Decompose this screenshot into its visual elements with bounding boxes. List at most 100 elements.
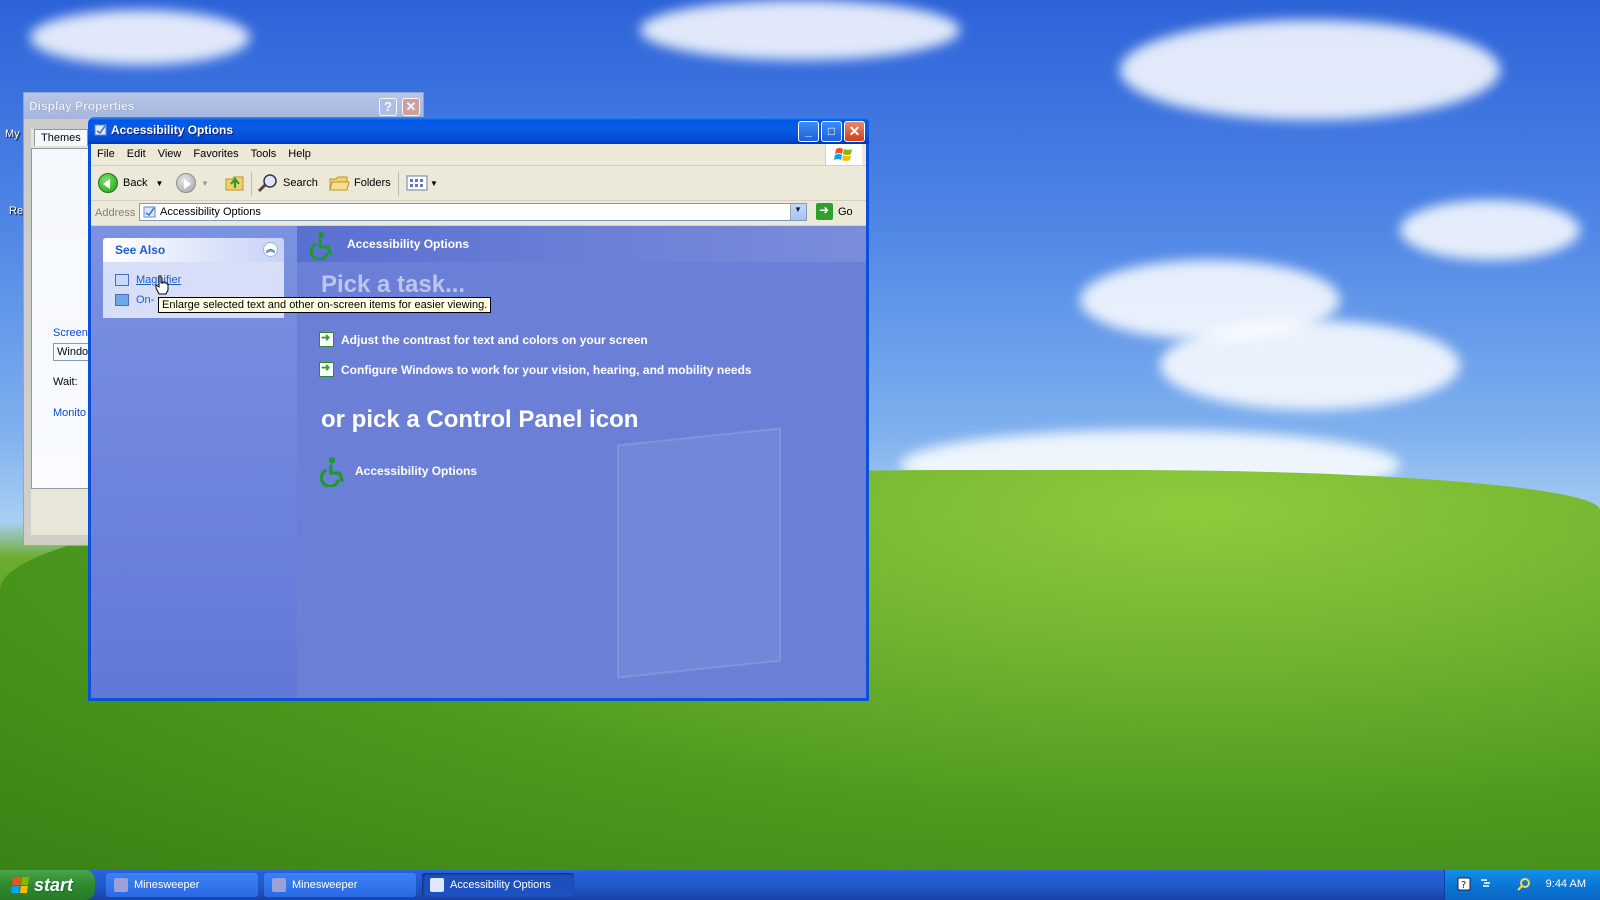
- cloud: [30, 10, 250, 65]
- start-label: start: [34, 874, 74, 895]
- desktop-icon-label[interactable]: Re: [9, 205, 23, 217]
- folders-icon: [329, 176, 350, 191]
- address-bar: Address Accessibility Options ▼ Go: [91, 201, 866, 226]
- screen-saver-select[interactable]: Windo: [53, 343, 91, 361]
- menu-edit[interactable]: Edit: [121, 144, 152, 160]
- back-dropdown-icon[interactable]: ▼: [155, 179, 163, 188]
- menu-help[interactable]: Help: [282, 144, 317, 160]
- menu-bar: File Edit View Favorites Tools Help: [91, 144, 866, 166]
- task-adjust-contrast[interactable]: Adjust the contrast for text and colors …: [319, 331, 648, 347]
- address-dropdown-button[interactable]: ▼: [790, 204, 806, 220]
- go-label: Go: [838, 205, 853, 218]
- taskbar: start Minesweeper Minesweeper Accessibil…: [0, 870, 1600, 900]
- task-arrow-icon: [319, 331, 334, 347]
- keyboard-icon: [115, 294, 129, 306]
- pick-task-heading: Pick a task...: [321, 271, 466, 298]
- minimize-button[interactable]: _: [798, 121, 819, 142]
- menu-favorites[interactable]: Favorites: [187, 144, 244, 160]
- cloud: [1400, 200, 1580, 260]
- on-screen-keyboard-link[interactable]: On-: [136, 294, 154, 306]
- go-button[interactable]: Go: [816, 203, 853, 220]
- menu-file[interactable]: File: [91, 144, 121, 160]
- window-client: File Edit View Favorites Tools Help Back ▼ ▼: [91, 144, 866, 698]
- address-input[interactable]: Accessibility Options ▼: [139, 203, 807, 221]
- titlebar[interactable]: Accessibility Options _ □ ✕: [88, 117, 869, 144]
- start-button[interactable]: start: [0, 870, 95, 900]
- up-folder-icon: [225, 176, 244, 191]
- back-label: Back: [123, 177, 148, 189]
- maximize-button[interactable]: □: [821, 121, 842, 142]
- screen-saver-label: Screen: [53, 327, 88, 339]
- search-tray-icon[interactable]: [1517, 877, 1531, 891]
- control-panel-icon: [143, 206, 156, 218]
- cp-item-label: Accessibility Options: [355, 464, 478, 478]
- search-icon: [257, 174, 277, 193]
- views-button[interactable]: ▼: [406, 171, 438, 195]
- control-panel-icon: [94, 124, 107, 136]
- windows-flag-icon: [10, 877, 30, 893]
- tab-panel: [31, 148, 93, 489]
- close-button[interactable]: ✕: [844, 121, 865, 142]
- windows-logo-icon: [825, 144, 862, 165]
- close-button[interactable]: ✕: [402, 98, 420, 116]
- cloud: [1160, 320, 1460, 410]
- up-folder-button[interactable]: [224, 171, 246, 195]
- desktop-icon-label[interactable]: My: [5, 128, 20, 140]
- task-label[interactable]: Configure Windows to work for your visio…: [341, 363, 752, 377]
- menu-tools[interactable]: Tools: [245, 144, 283, 160]
- see-also-magnifier[interactable]: Magnifier: [115, 274, 181, 286]
- address-label: Address: [95, 207, 136, 219]
- pick-icon-heading: or pick a Control Panel icon: [321, 406, 639, 433]
- tooltip: Enlarge selected text and other on-scree…: [158, 297, 492, 313]
- taskbar-button-label: Minesweeper: [134, 879, 200, 891]
- help-button[interactable]: ?: [379, 98, 397, 116]
- taskbar-button-accessibility-options[interactable]: Accessibility Options: [422, 873, 574, 897]
- toolbar-separator: [251, 172, 252, 196]
- search-button[interactable]: Search: [257, 171, 318, 195]
- wait-label: Wait:: [53, 376, 78, 388]
- address-value: Accessibility Options: [160, 206, 261, 218]
- toolbar: Back ▼ ▼ Search Folders ▼: [91, 166, 866, 201]
- cloud: [1120, 20, 1500, 120]
- svg-text:?: ?: [1461, 880, 1466, 891]
- back-arrow-icon: [98, 173, 118, 193]
- network-tray-icon[interactable]: [1479, 877, 1493, 891]
- system-tray: ? 9:44 AM: [1444, 870, 1600, 900]
- task-label[interactable]: Adjust the contrast for text and colors …: [341, 333, 648, 347]
- collapse-chevron-icon[interactable]: ︽: [263, 242, 278, 257]
- see-also-title: See Also: [115, 243, 166, 257]
- taskbar-button-minesweeper[interactable]: Minesweeper: [106, 873, 258, 897]
- minesweeper-icon: [272, 878, 286, 892]
- control-panel-icon: [430, 878, 444, 892]
- magnifier-icon: [115, 274, 129, 286]
- back-button[interactable]: Back ▼: [98, 171, 163, 195]
- see-also-on-screen-keyboard[interactable]: On-: [115, 294, 154, 306]
- see-also-header[interactable]: See Also ︽: [103, 238, 284, 262]
- help-tray-icon[interactable]: ?: [1457, 877, 1471, 891]
- toolbar-separator: [398, 172, 399, 196]
- folders-button[interactable]: Folders: [328, 171, 391, 195]
- chevron-down-icon: ▼: [794, 205, 802, 214]
- menu-view[interactable]: View: [152, 144, 188, 160]
- tab-themes[interactable]: Themes: [34, 129, 88, 146]
- display-properties-title: Display Properties: [29, 99, 135, 113]
- views-dropdown-icon[interactable]: ▼: [430, 179, 438, 188]
- taskbar-button-label: Accessibility Options: [450, 879, 551, 891]
- forward-button[interactable]: ▼: [176, 171, 209, 195]
- accessibility-icon: [309, 232, 333, 260]
- forward-arrow-icon: [176, 173, 196, 193]
- display-properties-titlebar[interactable]: Display Properties: [24, 93, 423, 119]
- task-configure-windows[interactable]: Configure Windows to work for your visio…: [319, 361, 752, 377]
- clock[interactable]: 9:44 AM: [1546, 878, 1586, 890]
- watermark-graphic: [617, 427, 781, 679]
- cp-item-accessibility-options[interactable]: Accessibility Options: [317, 455, 477, 487]
- accessibility-options-window[interactable]: Accessibility Options _ □ ✕ File Edit View…: [88, 117, 869, 701]
- accessibility-icon: [319, 457, 345, 487]
- hand-cursor-icon: [155, 275, 169, 295]
- window-title: Accessibility Options: [111, 123, 234, 137]
- forward-dropdown-icon[interactable]: ▼: [201, 179, 209, 188]
- go-arrow-icon: [816, 203, 833, 220]
- taskbar-button-minesweeper[interactable]: Minesweeper: [264, 873, 416, 897]
- minesweeper-icon: [114, 878, 128, 892]
- cloud: [640, 0, 960, 60]
